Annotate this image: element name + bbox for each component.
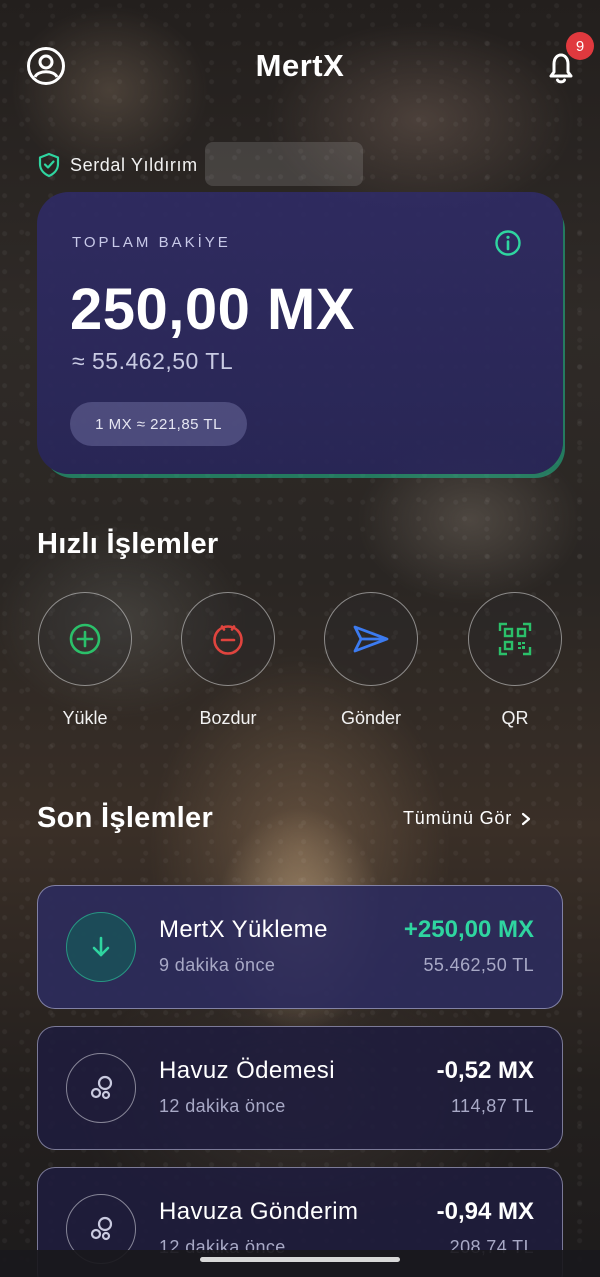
blurred-region [205,142,363,186]
transaction-row[interactable]: Havuz Ödemesi 12 dakika önce -0,52 MX 11… [37,1026,563,1150]
transaction-title: MertX Yükleme [159,916,328,943]
balance-label: TOPLAM BAKİYE [72,234,231,251]
bottom-bar [0,1250,600,1277]
balance-amount: 250,00 MX [70,277,356,342]
balance-card: TOPLAM BAKİYE 250,00 MX ≈ 55.462,50 TL 1… [37,192,563,474]
qr-icon [498,622,532,656]
home-indicator[interactable] [200,1257,400,1262]
transaction-tl: 114,87 TL [450,1096,534,1116]
pool-icon [90,1216,113,1241]
shield-check-icon [38,152,60,178]
transaction-amount: +250,00 MX [403,916,534,943]
transaction-title: Havuz Ödemesi [159,1057,335,1084]
notification-badge: 9 [566,32,594,60]
arrow-down-icon [92,936,110,957]
info-icon [495,230,521,256]
transaction-tl: 55.462,50 TL [423,955,534,975]
quick-action-circle[interactable] [324,592,418,686]
quick-action-qr[interactable]: QR [467,592,563,729]
quick-action-label: QR [501,708,529,728]
transaction-amount: -0,94 MX [436,1198,534,1225]
app-title: MertX [255,48,345,83]
transaction-amount: -0,52 MX [436,1057,534,1084]
user-name: Serdal Yıldırım [70,154,198,175]
balance-tl-equivalent: ≈ 55.462,50 TL [72,348,234,374]
quick-action-yukle[interactable]: Yükle [37,592,133,729]
pool-icon [90,1075,113,1100]
transaction-title: Havuza Gönderim [159,1198,359,1225]
exchange-rate-pill: 1 MX ≈ 221,85 TL [70,402,247,446]
chevron-right-icon [521,812,531,825]
quick-action-circle[interactable] [468,592,562,686]
quick-action-circle[interactable] [181,592,275,686]
quick-action-label: Bozdur [199,708,257,728]
transaction-time: 9 dakika önce [159,955,276,975]
recent-transactions-title: Son İşlemler [37,802,214,834]
quick-action-label: Yükle [62,708,108,728]
quick-action-label: Gönder [340,708,402,728]
transaction-icon [66,912,136,982]
info-button[interactable] [494,229,522,257]
transaction-icon [66,1053,136,1123]
minus-circle-icon [213,625,243,655]
plus-circle-icon [69,623,101,655]
see-all-label: Tümünü Gör [403,808,513,828]
app-header: MertX 9 [0,32,600,98]
quick-actions-title: Hızlı İşlemler [37,528,219,560]
verified-user-row: Serdal Yıldırım [38,150,198,180]
transaction-row[interactable]: MertX Yükleme 9 dakika önce +250,00 MX 5… [37,885,563,1009]
quick-action-gonder[interactable]: Gönder [323,592,419,729]
send-icon [353,625,389,653]
quick-action-bozdur[interactable]: Bozdur [180,592,276,729]
quick-action-circle[interactable] [38,592,132,686]
see-all-link[interactable]: Tümünü Gör [403,808,532,829]
transaction-time: 12 dakika önce [159,1096,286,1116]
